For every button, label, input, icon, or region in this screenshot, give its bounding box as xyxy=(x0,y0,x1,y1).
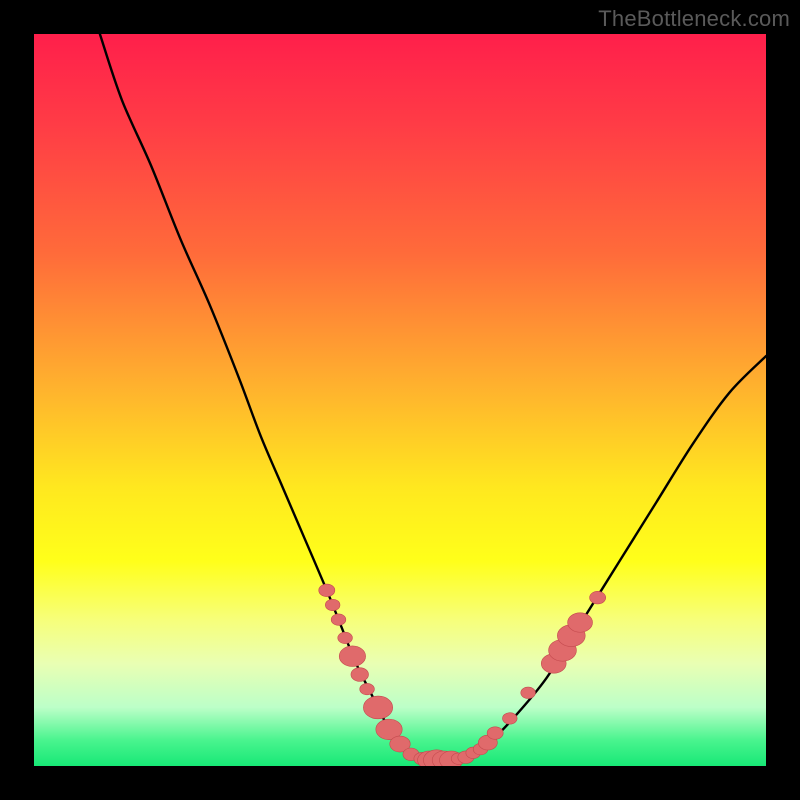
curve-marker xyxy=(319,584,335,597)
curve-marker xyxy=(521,687,536,698)
watermark-label: TheBottleneck.com xyxy=(598,6,790,32)
curve-marker xyxy=(502,713,517,724)
curve-marker xyxy=(331,614,346,625)
plot-area xyxy=(34,34,766,766)
curve-marker xyxy=(338,632,353,643)
curve-marker xyxy=(351,668,369,682)
curve-marker xyxy=(325,599,340,610)
curve-marker xyxy=(363,696,392,719)
curve-marker xyxy=(590,591,606,604)
curve-marker xyxy=(339,646,365,667)
chart-frame: TheBottleneck.com xyxy=(0,0,800,800)
curve-marker xyxy=(487,727,503,740)
curve-marker xyxy=(360,683,375,694)
curve-marker xyxy=(568,613,593,632)
bottleneck-curve xyxy=(34,34,766,766)
